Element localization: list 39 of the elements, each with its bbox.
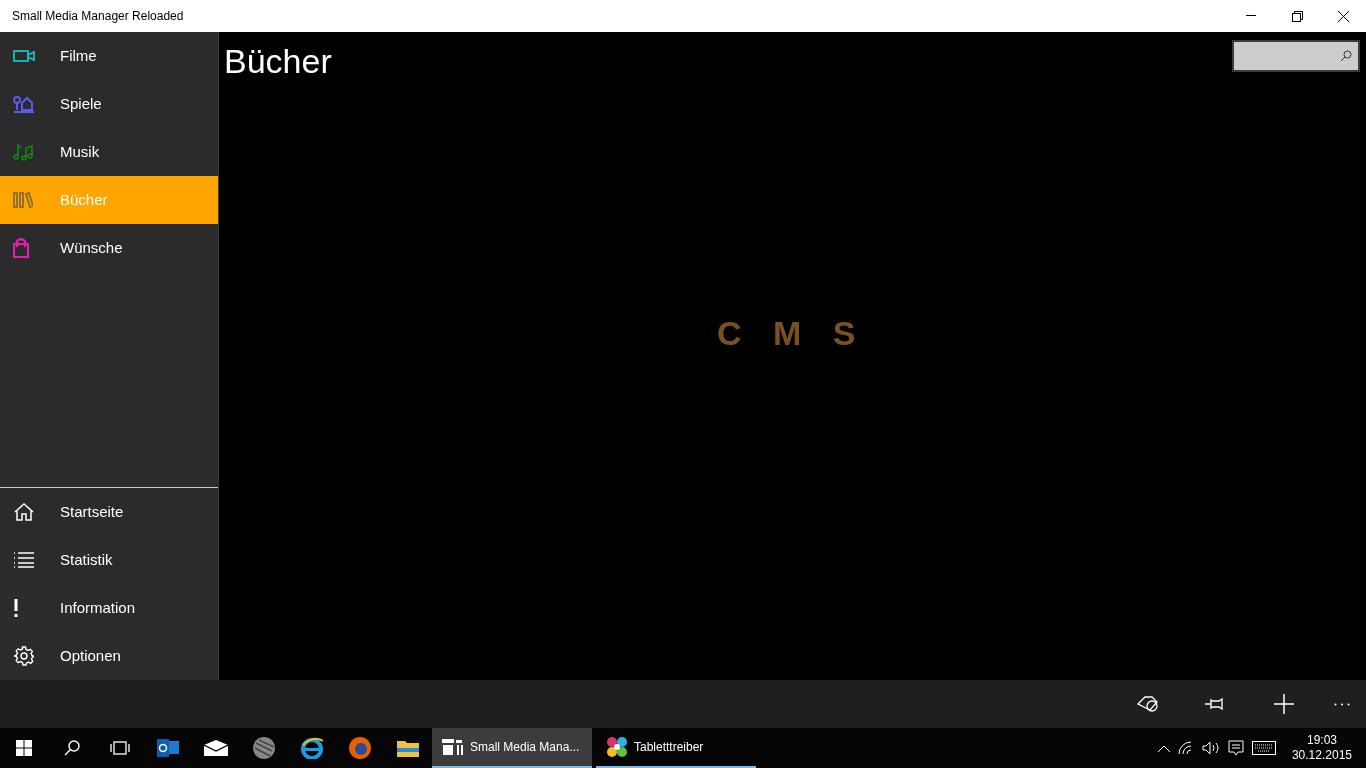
task-view-icon: [110, 741, 130, 755]
envelope-badge-icon: [157, 738, 179, 758]
keyboard-icon[interactable]: [1251, 741, 1276, 755]
pinwheel-icon: [606, 736, 628, 758]
exclamation-icon: [14, 599, 18, 617]
browser-e-icon: [301, 737, 323, 759]
clock[interactable]: 19:03 30.12.2015: [1291, 733, 1352, 763]
sidebar-item[interactable]: Filme: [0, 32, 218, 80]
chevron-up-icon[interactable]: [1157, 744, 1170, 752]
close-icon: [1337, 10, 1349, 22]
sidebar-item[interactable]: Spiele: [0, 80, 218, 128]
settings-icon: [14, 646, 34, 666]
envelope-icon: [204, 740, 228, 756]
taskbar-app-button[interactable]: Small Media Mana...: [432, 728, 592, 768]
search-icon: [1340, 50, 1352, 62]
search-icon: [64, 740, 80, 756]
message-icon[interactable]: [1227, 740, 1244, 756]
logo-text: C M S: [717, 313, 856, 354]
sidebar-item[interactable]: Information: [0, 584, 218, 632]
plus-icon: [1274, 694, 1294, 714]
minimize-icon: [1246, 15, 1256, 17]
home-icon: [14, 503, 34, 521]
more-icon: [1334, 702, 1350, 706]
tag-icon: [1137, 695, 1159, 713]
window-title: Small Media Manager Reloaded: [12, 8, 184, 25]
wifi-icon[interactable]: [1177, 741, 1194, 755]
windows-icon: [16, 740, 32, 756]
taskbar-app-button[interactable]: Tabletttreiber: [596, 728, 756, 768]
sidebar-item[interactable]: Statistik: [0, 536, 218, 584]
sidebar-item[interactable]: Wünsche: [0, 224, 218, 272]
restore-icon: [1291, 10, 1303, 22]
search-field[interactable]: [1232, 40, 1360, 72]
list-icon: [14, 552, 34, 568]
sidebar-item[interactable]: Startseite: [0, 488, 218, 536]
speaker-icon[interactable]: [1201, 741, 1220, 755]
page-title: Bücher: [224, 41, 332, 82]
sidebar-item[interactable]: Musik: [0, 128, 218, 176]
folder-icon: [397, 739, 419, 757]
sidebar-item[interactable]: Optionen: [0, 632, 218, 680]
